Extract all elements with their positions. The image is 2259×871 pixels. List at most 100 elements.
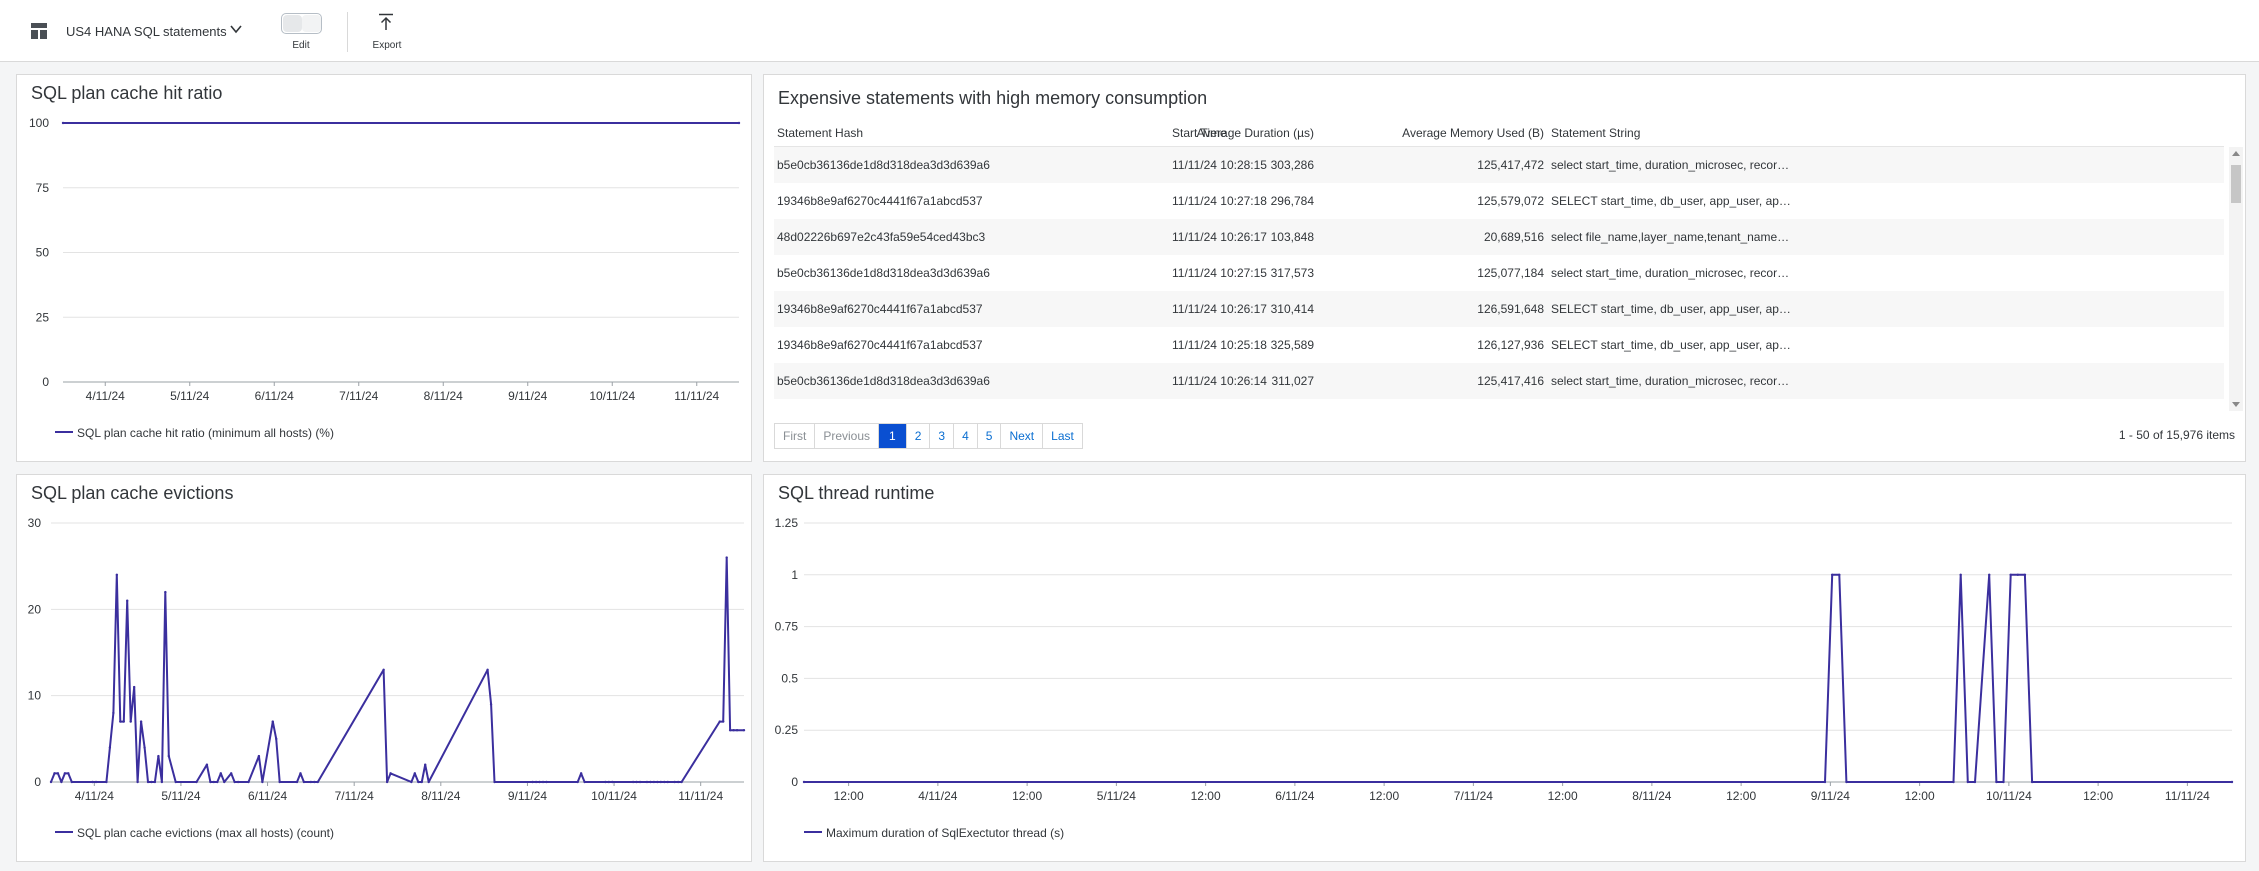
- cell-start-time: 11/11/24 10:27:15: [1172, 266, 1267, 280]
- x-tick-label: 12:00: [1369, 789, 1399, 803]
- data-point: [195, 780, 198, 784]
- chart-legend[interactable]: SQL plan cache evictions (max all hosts)…: [55, 826, 334, 840]
- data-point: [385, 780, 389, 784]
- edit-toggle[interactable]: [281, 13, 322, 34]
- x-tick-label: 6/11/24: [248, 789, 287, 803]
- first-page-button[interactable]: First: [775, 424, 816, 448]
- legend-swatch: [804, 830, 822, 833]
- data-point: [60, 780, 63, 784]
- previous-page-button[interactable]: Previous: [815, 424, 880, 448]
- export-label[interactable]: Export: [366, 40, 408, 51]
- y-tick-label: 0: [42, 375, 49, 389]
- data-point: [247, 780, 250, 784]
- x-tick-label: 9/11/24: [508, 789, 547, 803]
- data-point: [261, 780, 264, 784]
- chevron-down-icon[interactable]: [229, 22, 243, 36]
- x-tick-label: 8/11/24: [421, 789, 460, 803]
- data-point: [229, 772, 233, 775]
- table-row[interactable]: 036c6ccb1366b7eef1d444af398d32e1118,9771…: [774, 399, 2224, 411]
- data-point: [70, 780, 73, 784]
- page-4-button[interactable]: 4: [954, 424, 978, 448]
- y-tick-label: 1: [791, 568, 798, 582]
- x-tick-label: 7/11/24: [335, 789, 374, 803]
- data-point: [1830, 573, 1834, 576]
- table-row[interactable]: 19346b8e9af6270c4441f67a1abcd537 325,589 1…: [774, 327, 2224, 363]
- table-row[interactable]: 19346b8e9af6270c4441f67a1abcd537 310,414 1…: [774, 291, 2224, 327]
- cell-start-time: 11/11/24 10:28:15: [1172, 158, 1267, 172]
- data-point: [157, 754, 160, 758]
- data-point: [129, 720, 132, 723]
- page-3-button[interactable]: 3: [930, 424, 955, 448]
- data-point: [725, 556, 728, 559]
- data-point: [122, 720, 125, 723]
- x-tick-label: 12:00: [2083, 789, 2113, 803]
- data-point: [112, 711, 115, 715]
- data-point: [732, 729, 735, 732]
- x-tick-label: 5/11/24: [161, 789, 200, 803]
- data-point: [635, 780, 638, 784]
- panel-title: Expensive statements with high memory co…: [778, 88, 1208, 108]
- cell-average-memory: 125,579,072: [1477, 194, 1544, 208]
- column-header[interactable]: Statement String: [1551, 120, 1791, 147]
- expensive-statements-panel: Expensive statements with high memory co…: [763, 74, 2246, 462]
- table-row[interactable]: b5e0cb36136de1d8d318dea3d3d639a6 317,573 1…: [774, 255, 2224, 291]
- table-row[interactable]: b5e0cb36136de1d8d318dea3d3d639a6 311,027 1…: [774, 363, 2224, 399]
- table-row[interactable]: 48d02226b697e2c43fa59e54ced43bc3 103,848 1…: [774, 219, 2224, 255]
- data-point: [108, 746, 112, 749]
- data-point: [91, 780, 94, 784]
- x-tick-label: 11/11/24: [678, 789, 723, 803]
- data-point: [410, 780, 413, 784]
- scroll-up-icon[interactable]: [2232, 151, 2240, 156]
- table-scrollbar[interactable]: [2229, 147, 2243, 411]
- x-tick-label: 11/11/24: [674, 389, 719, 403]
- data-point: [302, 780, 306, 784]
- data-point: [389, 772, 392, 775]
- page-2-button[interactable]: 2: [906, 424, 931, 448]
- data-point: [63, 772, 67, 775]
- data-point: [676, 780, 680, 784]
- data-point: [2016, 573, 2020, 576]
- cell-statement-string: SELECT start_time, db_user, app_user, ap…: [1551, 302, 1791, 316]
- last-page-button[interactable]: Last: [1043, 424, 1082, 448]
- cell-statement-string: select host, to_int( sum( exclusive_size…: [1551, 399, 1791, 411]
- column-header[interactable]: Average Memory Used (B): [1374, 120, 1544, 147]
- scroll-down-icon[interactable]: [2232, 402, 2240, 407]
- x-tick-label: 12:00: [834, 789, 864, 803]
- data-point: [652, 780, 656, 784]
- data-point: [638, 780, 642, 784]
- export-icon[interactable]: [376, 12, 396, 32]
- data-point: [427, 780, 430, 784]
- thread-runtime-chart: 0 0.25 0.5 0.75 1 1.25 12:00 4/11/24 12:00 5/11/2…: [775, 516, 2234, 803]
- y-tick-label: 75: [36, 181, 50, 195]
- evictions-chart: 0 10 20 30 4/11/24 5/11/24 6/11/24 7/11/24 8/11/…: [28, 516, 746, 803]
- chart-legend[interactable]: Maximum duration of SqlExectutor thread …: [804, 826, 1064, 840]
- data-point: [735, 729, 739, 732]
- y-tick-label: 20: [28, 602, 42, 616]
- data-point: [742, 729, 746, 732]
- data-point: [216, 780, 219, 784]
- data-point: [49, 780, 53, 784]
- table-row[interactable]: b5e0cb36136de1d8d318dea3d3d639a6 303,286 1…: [774, 147, 2224, 183]
- next-page-button[interactable]: Next: [1001, 424, 1044, 448]
- cell-start-time: 11/11/24 10:25:17: [1172, 399, 1312, 411]
- table-row[interactable]: 19346b8e9af6270c4441f67a1abcd537 296,784 1…: [774, 183, 2224, 219]
- y-tick-label: 0.25: [775, 723, 799, 737]
- column-header[interactable]: Start Time: [1172, 120, 1312, 147]
- data-point: [56, 772, 60, 775]
- data-point: [236, 780, 240, 784]
- data-point: [1995, 780, 1998, 784]
- data-point: [611, 780, 614, 784]
- page-1-button[interactable]: 1: [879, 424, 907, 448]
- data-point: [275, 737, 278, 741]
- data-point: [728, 729, 732, 732]
- dashboard-title[interactable]: US4 HANA SQL statements: [66, 24, 227, 39]
- x-tick-label: 5/11/24: [170, 389, 209, 403]
- data-point: [309, 780, 313, 784]
- chart-legend[interactable]: SQL plan cache hit ratio (minimum all ho…: [55, 426, 334, 440]
- y-tick-label: 0.5: [781, 671, 798, 685]
- data-point: [209, 780, 212, 784]
- scrollbar-thumb[interactable]: [2231, 165, 2241, 203]
- page-5-button[interactable]: 5: [977, 424, 1002, 448]
- toolbar-divider: [347, 12, 348, 52]
- data-point: [673, 780, 676, 784]
